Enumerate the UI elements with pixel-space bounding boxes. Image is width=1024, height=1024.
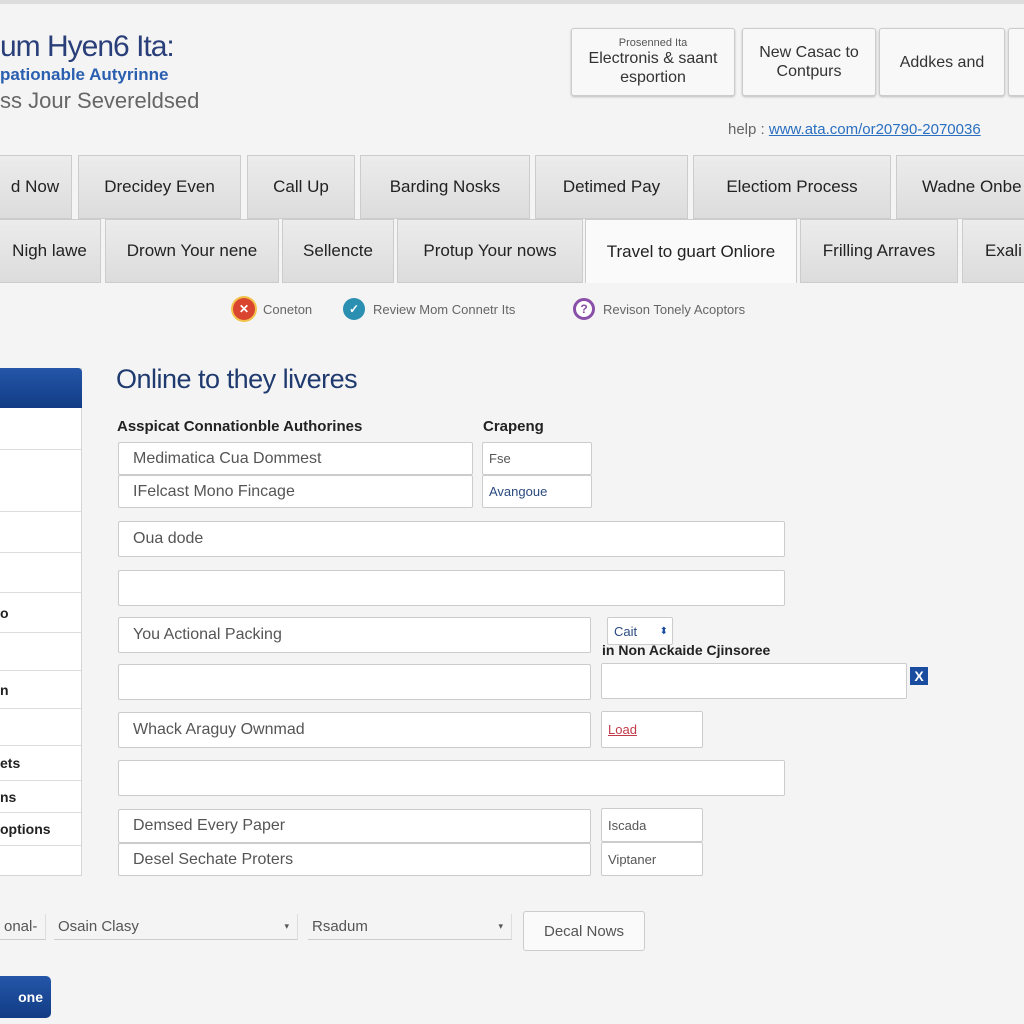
text-input[interactable]: Demsed Every Paper — [118, 809, 591, 843]
text-input[interactable]: Whack Araguy Ownmad — [118, 712, 591, 748]
field-label-main: Asspicat Connationble Authorines — [117, 418, 363, 435]
check-circle-icon: ✓ — [343, 298, 365, 320]
help-link[interactable]: www.ata.com/or20790-2070036 — [769, 121, 981, 138]
tab-exali[interactable]: Exali — [962, 219, 1024, 283]
updown-icon: ⬍ — [659, 625, 668, 637]
select-osain[interactable]: Osain Clasy ▾ — [54, 914, 298, 940]
select-value: Cait — [614, 623, 638, 639]
header-button-label: New Casac to Contpurs — [759, 44, 859, 80]
text-input[interactable] — [118, 760, 785, 796]
side-field-label: in Non Ackaide Cjinsoree — [602, 642, 771, 658]
sidebar-item[interactable] — [0, 409, 81, 450]
status-label: Revison Tonely Acoptors — [603, 301, 746, 317]
sidebar-item[interactable] — [0, 450, 81, 512]
sidebar-header[interactable] — [0, 368, 82, 408]
header-button-label: Addkes and — [899, 53, 985, 71]
page-title: Online to they liveres — [116, 364, 358, 394]
status-review: ✓ Review Mom Connetr Its — [343, 298, 515, 320]
top-border — [0, 0, 1024, 4]
side-input[interactable]: Avangoue — [482, 475, 592, 508]
sidebar-item[interactable] — [0, 512, 81, 553]
select-0[interactable]: onal- — [0, 914, 46, 940]
tab-barding[interactable]: Barding Nosks — [360, 155, 530, 219]
header-button-addkes[interactable]: Addkes and — [879, 28, 1005, 96]
side-input[interactable]: Viptaner — [601, 842, 703, 876]
help-line: help : www.ata.com/or20790-2070036 — [728, 121, 981, 138]
tab-detimed[interactable]: Detimed Pay — [535, 155, 688, 219]
tab-travel-active[interactable]: Travel to guart Onliore — [585, 219, 797, 283]
status-coneton: ✕ Coneton — [233, 298, 312, 320]
select-value: Osain Clasy — [58, 918, 139, 935]
sidebar: o n ets ns options — [0, 368, 82, 876]
tab-sellencte[interactable]: Sellencte — [282, 219, 394, 283]
text-input[interactable]: Medimatica Cua Dommest — [118, 442, 473, 475]
help-label: help : — [728, 121, 765, 138]
header-button-electronis[interactable]: Prosenned Ita Electronis & saant esporti… — [571, 28, 735, 96]
sidebar-item[interactable]: n — [0, 671, 81, 709]
tab-nigh-lawe[interactable]: Nigh lawe — [0, 219, 101, 283]
side-input[interactable]: Iscada — [601, 808, 703, 842]
text-input[interactable] — [118, 570, 785, 606]
tab-drecidey[interactable]: Drecidey Even — [78, 155, 241, 219]
brand-title: um Hyen6 Ita: — [0, 30, 175, 63]
text-input[interactable]: IFelcast Mono Fincage — [118, 475, 473, 508]
sidebar-item[interactable] — [0, 553, 81, 593]
status-label: Review Mom Connetr Its — [373, 301, 516, 317]
dropdown-arrow-icon: ▾ — [284, 921, 289, 931]
field-label-side: Crapeng — [483, 418, 544, 435]
info-circle-icon: ? — [573, 298, 595, 320]
x-circle-icon: ✕ — [233, 298, 255, 320]
sidebar-item[interactable]: ets — [0, 746, 81, 781]
select-value: Rsadum — [312, 918, 368, 935]
side-input[interactable]: Fse — [482, 442, 592, 475]
tab-d-now[interactable]: d Now — [0, 155, 72, 219]
select-value: onal- — [4, 918, 38, 935]
load-button[interactable]: Load — [601, 711, 703, 748]
sidebar-item[interactable] — [0, 633, 81, 671]
sidebar-item[interactable]: o — [0, 593, 81, 633]
sidebar-item[interactable] — [0, 709, 81, 746]
text-input[interactable]: Desel Sechate Proters — [118, 843, 591, 876]
tab-protup[interactable]: Protup Your nows — [397, 219, 583, 283]
side-input-wide[interactable] — [601, 663, 907, 699]
header-button-caption: Prosenned Ita — [618, 37, 688, 49]
header-button-new-casac[interactable]: New Casac to Contpurs — [742, 28, 876, 96]
status-revison: ? Revison Tonely Acoptors — [573, 298, 745, 320]
decal-nows-button[interactable]: Decal Nows — [523, 911, 645, 951]
tab-drown[interactable]: Drown Your nene — [105, 219, 279, 283]
sidebar-item[interactable] — [0, 846, 81, 876]
text-input[interactable] — [118, 664, 591, 700]
tab-frilling[interactable]: Frilling Arraves — [800, 219, 958, 283]
dropdown-arrow-icon: ▾ — [498, 921, 503, 931]
sidebar-item[interactable]: ns — [0, 781, 81, 813]
brand-tagline: ss Jour Severeldsed — [0, 88, 200, 113]
primary-button[interactable]: one — [0, 976, 51, 1018]
header-button-more[interactable] — [1008, 28, 1024, 96]
header-button-label: Electronis & saant esportion — [588, 50, 718, 86]
text-input[interactable]: Oua dode — [118, 521, 785, 557]
text-input[interactable]: You Actional Packing — [118, 617, 591, 653]
brand-subtitle: pationable Autyrinne — [0, 65, 169, 84]
tab-wadne[interactable]: Wadne Onbe — [896, 155, 1024, 219]
tab-call-up[interactable]: Call Up — [247, 155, 355, 219]
close-icon[interactable]: X — [910, 667, 928, 685]
tab-election-process[interactable]: Electiom Process — [693, 155, 891, 219]
sidebar-item[interactable]: options — [0, 813, 81, 846]
select-cait[interactable]: Cait ⬍ — [607, 617, 673, 645]
status-label: Coneton — [263, 301, 313, 317]
select-rsadum[interactable]: Rsadum ▾ — [308, 914, 512, 940]
